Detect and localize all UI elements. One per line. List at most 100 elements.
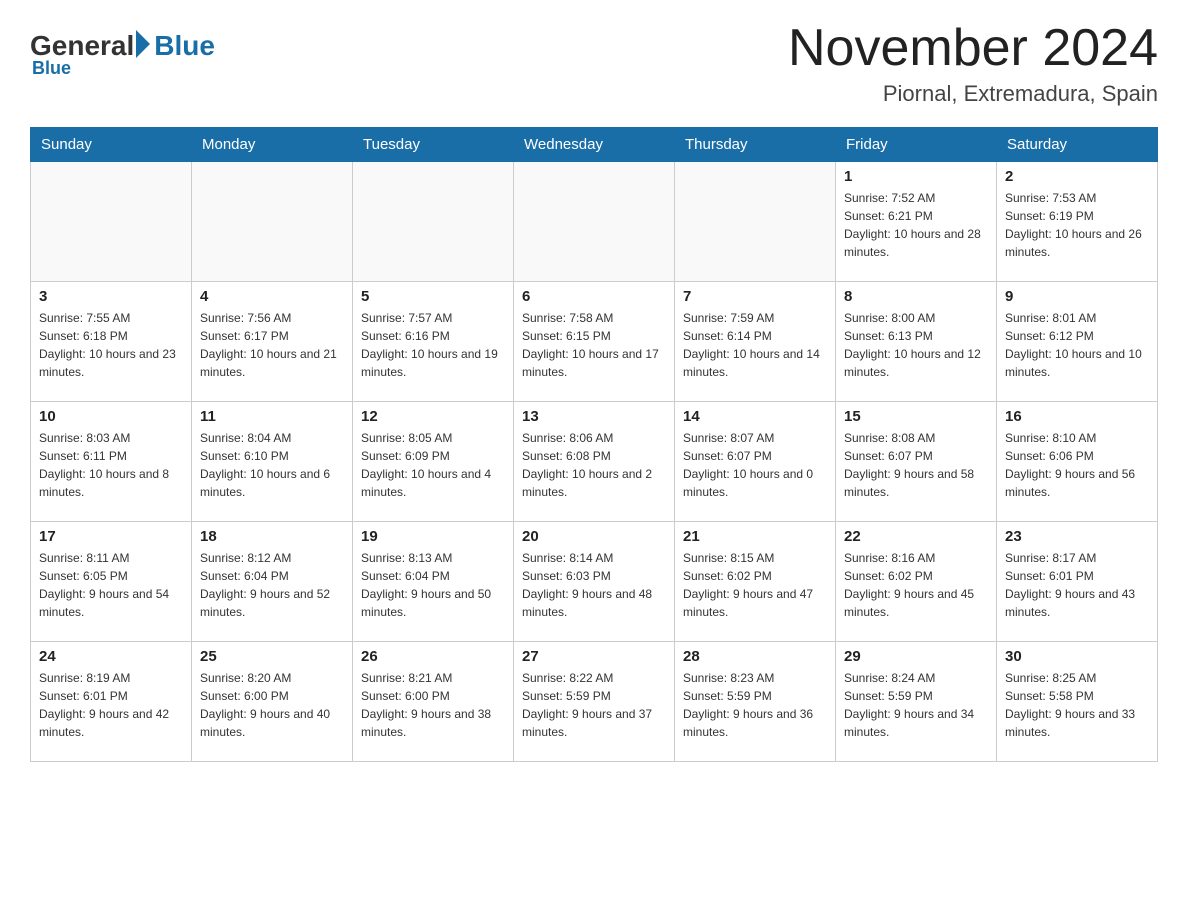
day-number: 8 <box>844 288 988 305</box>
day-number: 1 <box>844 168 988 185</box>
day-info: Sunrise: 7:58 AMSunset: 6:15 PMDaylight:… <box>522 309 666 381</box>
header: General Blue Blue November 2024 Piornal,… <box>30 20 1158 107</box>
calendar-cell: 5 Sunrise: 7:57 AMSunset: 6:16 PMDaylight… <box>353 282 514 402</box>
calendar-cell: 2 Sunrise: 7:53 AMSunset: 6:19 PMDaylight… <box>997 162 1158 282</box>
logo-underline: Blue <box>32 58 71 79</box>
day-number: 21 <box>683 528 827 545</box>
day-number: 24 <box>39 648 183 665</box>
day-info: Sunrise: 8:06 AMSunset: 6:08 PMDaylight:… <box>522 429 666 501</box>
day-number: 14 <box>683 408 827 425</box>
calendar-cell: 4 Sunrise: 7:56 AMSunset: 6:17 PMDaylight… <box>192 282 353 402</box>
calendar-header-row: SundayMondayTuesdayWednesdayThursdayFrid… <box>31 128 1158 162</box>
calendar: SundayMondayTuesdayWednesdayThursdayFrid… <box>30 127 1158 762</box>
day-number: 25 <box>200 648 344 665</box>
day-info: Sunrise: 8:13 AMSunset: 6:04 PMDaylight:… <box>361 549 505 621</box>
day-info: Sunrise: 8:08 AMSunset: 6:07 PMDaylight:… <box>844 429 988 501</box>
day-number: 26 <box>361 648 505 665</box>
day-number: 2 <box>1005 168 1149 185</box>
calendar-cell: 20 Sunrise: 8:14 AMSunset: 6:03 PMDayligh… <box>514 522 675 642</box>
day-number: 6 <box>522 288 666 305</box>
calendar-week-1: 1 Sunrise: 7:52 AMSunset: 6:21 PMDaylight… <box>31 162 1158 282</box>
calendar-week-4: 17 Sunrise: 8:11 AMSunset: 6:05 PMDayligh… <box>31 522 1158 642</box>
day-info: Sunrise: 8:17 AMSunset: 6:01 PMDaylight:… <box>1005 549 1149 621</box>
calendar-cell: 9 Sunrise: 8:01 AMSunset: 6:12 PMDaylight… <box>997 282 1158 402</box>
calendar-cell: 30 Sunrise: 8:25 AMSunset: 5:58 PMDayligh… <box>997 642 1158 762</box>
day-info: Sunrise: 7:52 AMSunset: 6:21 PMDaylight:… <box>844 189 988 261</box>
location: Piornal, Extremadura, Spain <box>788 81 1158 107</box>
day-number: 5 <box>361 288 505 305</box>
day-number: 7 <box>683 288 827 305</box>
calendar-cell: 21 Sunrise: 8:15 AMSunset: 6:02 PMDayligh… <box>675 522 836 642</box>
day-number: 19 <box>361 528 505 545</box>
logo: General Blue Blue <box>30 20 215 79</box>
day-number: 30 <box>1005 648 1149 665</box>
day-info: Sunrise: 7:56 AMSunset: 6:17 PMDaylight:… <box>200 309 344 381</box>
day-number: 10 <box>39 408 183 425</box>
day-number: 20 <box>522 528 666 545</box>
calendar-header-sunday: Sunday <box>31 128 192 162</box>
day-info: Sunrise: 8:21 AMSunset: 6:00 PMDaylight:… <box>361 669 505 741</box>
day-number: 3 <box>39 288 183 305</box>
calendar-week-2: 3 Sunrise: 7:55 AMSunset: 6:18 PMDaylight… <box>31 282 1158 402</box>
day-info: Sunrise: 8:12 AMSunset: 6:04 PMDaylight:… <box>200 549 344 621</box>
day-info: Sunrise: 8:14 AMSunset: 6:03 PMDaylight:… <box>522 549 666 621</box>
calendar-cell: 17 Sunrise: 8:11 AMSunset: 6:05 PMDayligh… <box>31 522 192 642</box>
calendar-cell: 14 Sunrise: 8:07 AMSunset: 6:07 PMDayligh… <box>675 402 836 522</box>
day-number: 22 <box>844 528 988 545</box>
day-info: Sunrise: 8:25 AMSunset: 5:58 PMDaylight:… <box>1005 669 1149 741</box>
day-info: Sunrise: 8:24 AMSunset: 5:59 PMDaylight:… <box>844 669 988 741</box>
day-number: 4 <box>200 288 344 305</box>
month-title: November 2024 <box>788 20 1158 77</box>
calendar-cell: 6 Sunrise: 7:58 AMSunset: 6:15 PMDaylight… <box>514 282 675 402</box>
day-info: Sunrise: 8:23 AMSunset: 5:59 PMDaylight:… <box>683 669 827 741</box>
day-info: Sunrise: 8:07 AMSunset: 6:07 PMDaylight:… <box>683 429 827 501</box>
calendar-week-5: 24Sunrise: 8:19 AMSunset: 6:01 PMDayligh… <box>31 642 1158 762</box>
day-info: Sunrise: 8:00 AMSunset: 6:13 PMDaylight:… <box>844 309 988 381</box>
day-info: Sunrise: 8:10 AMSunset: 6:06 PMDaylight:… <box>1005 429 1149 501</box>
logo-arrow-icon <box>136 30 150 58</box>
day-number: 18 <box>200 528 344 545</box>
day-number: 9 <box>1005 288 1149 305</box>
day-info: Sunrise: 7:53 AMSunset: 6:19 PMDaylight:… <box>1005 189 1149 261</box>
day-info: Sunrise: 7:57 AMSunset: 6:16 PMDaylight:… <box>361 309 505 381</box>
day-number: 28 <box>683 648 827 665</box>
calendar-header-friday: Friday <box>836 128 997 162</box>
day-number: 16 <box>1005 408 1149 425</box>
day-info: Sunrise: 8:11 AMSunset: 6:05 PMDaylight:… <box>39 549 183 621</box>
calendar-cell: 18 Sunrise: 8:12 AMSunset: 6:04 PMDayligh… <box>192 522 353 642</box>
day-info: Sunrise: 8:05 AMSunset: 6:09 PMDaylight:… <box>361 429 505 501</box>
day-info: Sunrise: 8:22 AMSunset: 5:59 PMDaylight:… <box>522 669 666 741</box>
day-info: Sunrise: 8:20 AMSunset: 6:00 PMDaylight:… <box>200 669 344 741</box>
calendar-cell: 29 Sunrise: 8:24 AMSunset: 5:59 PMDayligh… <box>836 642 997 762</box>
calendar-week-3: 10Sunrise: 8:03 AMSunset: 6:11 PMDayligh… <box>31 402 1158 522</box>
day-info: Sunrise: 8:01 AMSunset: 6:12 PMDaylight:… <box>1005 309 1149 381</box>
calendar-cell: 8 Sunrise: 8:00 AMSunset: 6:13 PMDaylight… <box>836 282 997 402</box>
calendar-cell <box>31 162 192 282</box>
day-number: 12 <box>361 408 505 425</box>
calendar-cell: 28 Sunrise: 8:23 AMSunset: 5:59 PMDayligh… <box>675 642 836 762</box>
calendar-header-saturday: Saturday <box>997 128 1158 162</box>
calendar-cell <box>514 162 675 282</box>
logo-blue-text: Blue <box>154 30 215 62</box>
calendar-cell: 27Sunrise: 8:22 AMSunset: 5:59 PMDayligh… <box>514 642 675 762</box>
calendar-cell: 10Sunrise: 8:03 AMSunset: 6:11 PMDayligh… <box>31 402 192 522</box>
day-number: 15 <box>844 408 988 425</box>
day-number: 29 <box>844 648 988 665</box>
day-info: Sunrise: 7:55 AMSunset: 6:18 PMDaylight:… <box>39 309 183 381</box>
calendar-cell: 13 Sunrise: 8:06 AMSunset: 6:08 PMDayligh… <box>514 402 675 522</box>
calendar-cell: 16 Sunrise: 8:10 AMSunset: 6:06 PMDayligh… <box>997 402 1158 522</box>
calendar-cell: 15 Sunrise: 8:08 AMSunset: 6:07 PMDayligh… <box>836 402 997 522</box>
calendar-cell <box>192 162 353 282</box>
calendar-cell: 12 Sunrise: 8:05 AMSunset: 6:09 PMDayligh… <box>353 402 514 522</box>
calendar-cell: 7Sunrise: 7:59 AMSunset: 6:14 PMDaylight… <box>675 282 836 402</box>
calendar-cell: 25 Sunrise: 8:20 AMSunset: 6:00 PMDayligh… <box>192 642 353 762</box>
day-number: 11 <box>200 408 344 425</box>
calendar-cell: 19 Sunrise: 8:13 AMSunset: 6:04 PMDayligh… <box>353 522 514 642</box>
calendar-header-monday: Monday <box>192 128 353 162</box>
day-number: 23 <box>1005 528 1149 545</box>
day-number: 13 <box>522 408 666 425</box>
calendar-cell: 22Sunrise: 8:16 AMSunset: 6:02 PMDayligh… <box>836 522 997 642</box>
day-info: Sunrise: 8:15 AMSunset: 6:02 PMDaylight:… <box>683 549 827 621</box>
calendar-cell: 1 Sunrise: 7:52 AMSunset: 6:21 PMDaylight… <box>836 162 997 282</box>
day-number: 17 <box>39 528 183 545</box>
